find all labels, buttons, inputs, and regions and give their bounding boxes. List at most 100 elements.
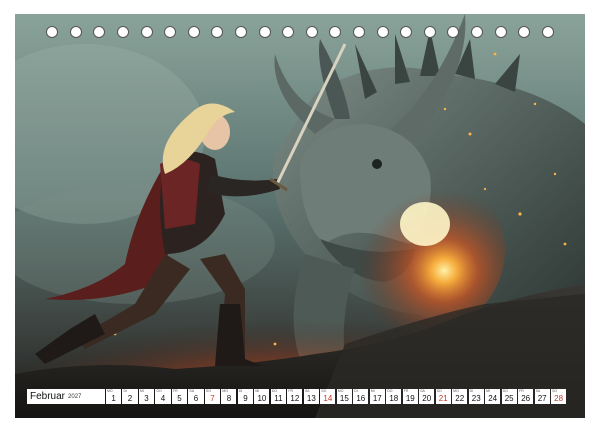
binding-hole xyxy=(423,26,436,38)
fantasy-photo xyxy=(15,14,585,418)
binding-hole xyxy=(69,26,82,38)
weekday-abbr: DO xyxy=(156,389,162,393)
binding-hole xyxy=(494,26,507,38)
day-number: 21 xyxy=(438,394,448,403)
day-cell: DI 2 xyxy=(122,389,138,404)
calendar-strip: Februar 2027 MO 1 DI 2 MI 3 DO 4 FR 5 SA 6 SO 7 MO 8 DI 9… xyxy=(27,388,567,405)
day-number: 20 xyxy=(422,394,432,403)
calendar-page: Februar 2027 MO 1 DI 2 MI 3 DO 4 FR 5 SA 6 SO 7 MO 8 DI 9… xyxy=(0,0,600,431)
weekday-abbr: FR xyxy=(172,389,178,393)
binding-hole xyxy=(541,26,554,38)
day-number: 8 xyxy=(226,394,232,403)
day-number: 27 xyxy=(537,394,547,403)
day-cell: MO 8 xyxy=(221,389,237,404)
day-cell: DI 9 xyxy=(237,389,253,404)
day-cell: MI 24 xyxy=(485,389,501,404)
binding-hole xyxy=(140,26,153,38)
day-number: 9 xyxy=(243,394,248,403)
day-number: 25 xyxy=(504,394,514,403)
day-cell: DO 4 xyxy=(155,389,171,404)
binding-hole xyxy=(164,26,177,38)
weekday-abbr: MI xyxy=(370,389,375,393)
binding-hole xyxy=(235,26,248,38)
day-number: 6 xyxy=(193,394,199,403)
weekday-abbr: SO xyxy=(321,389,327,393)
weekday-abbr: SA xyxy=(535,389,541,393)
day-number: 24 xyxy=(488,394,498,403)
day-number: 3 xyxy=(144,394,149,403)
day-cell: MI 17 xyxy=(369,389,385,404)
day-number: 5 xyxy=(177,394,182,403)
weekday-abbr: DI xyxy=(123,389,127,393)
day-cell: MI 3 xyxy=(138,389,155,404)
day-cell: DI 23 xyxy=(468,389,484,404)
binding-hole xyxy=(400,26,413,38)
day-number: 26 xyxy=(521,394,531,403)
day-number: 13 xyxy=(306,394,316,403)
day-number: 2 xyxy=(127,394,133,403)
weekday-abbr: MO xyxy=(107,389,113,393)
weekday-abbr: SO xyxy=(205,389,211,393)
day-cell: MI 10 xyxy=(254,389,270,404)
binding-hole xyxy=(376,26,389,38)
day-cells: MO 1 DI 2 MI 3 DO 4 FR 5 SA 6 SO 7 MO 8 DI 9 MI 10 DO 11 FR 12 S… xyxy=(106,389,567,404)
weekday-abbr: MO xyxy=(222,389,229,393)
month-name: Februar xyxy=(30,391,66,402)
weekday-abbr: SO xyxy=(436,389,442,393)
binding-hole xyxy=(117,26,130,38)
weekday-abbr: MO xyxy=(453,389,459,393)
day-cell: FR 5 xyxy=(171,389,188,404)
binding-hole xyxy=(352,26,365,38)
weekday-abbr: SO xyxy=(552,389,558,393)
binding-hole xyxy=(470,26,483,38)
weekday-abbr: MI xyxy=(486,389,491,393)
day-number: 4 xyxy=(160,394,166,403)
binding-hole xyxy=(447,26,460,38)
day-cell: SA 6 xyxy=(188,389,204,404)
month-label: Februar 2027 xyxy=(27,389,105,404)
day-cell: DI 16 xyxy=(353,389,369,404)
weekday-abbr: FR xyxy=(519,389,524,393)
day-number: 11 xyxy=(274,394,283,403)
day-number: 18 xyxy=(389,394,399,403)
binding-hole xyxy=(93,26,106,38)
day-cell: DO 11 xyxy=(270,389,286,404)
day-cell: SA 27 xyxy=(534,389,550,404)
day-number: 15 xyxy=(339,394,349,403)
weekday-abbr: DO xyxy=(271,389,278,393)
day-number: 1 xyxy=(111,394,116,403)
day-cell: MO 22 xyxy=(452,389,468,404)
binding-hole xyxy=(305,26,318,38)
weekday-abbr: MI xyxy=(255,389,260,393)
binding-hole xyxy=(211,26,224,38)
weekday-abbr: FR xyxy=(288,389,293,393)
binding-hole xyxy=(282,26,295,38)
day-number: 16 xyxy=(356,394,366,403)
spiral-binding xyxy=(0,24,600,40)
weekday-abbr: DI xyxy=(469,389,474,393)
weekday-abbr: DI xyxy=(238,389,243,393)
weekday-abbr: SA xyxy=(189,389,195,393)
day-cell: SO 21 xyxy=(435,389,451,404)
day-cell: MO 1 xyxy=(106,389,122,404)
binding-hole xyxy=(46,26,59,38)
day-cell: FR 12 xyxy=(287,389,303,404)
weekday-abbr: SA xyxy=(420,389,425,393)
binding-hole xyxy=(329,26,342,38)
weekday-abbr: SA xyxy=(304,389,310,393)
weekday-abbr: FR xyxy=(403,389,409,393)
day-number: 10 xyxy=(257,394,267,403)
day-number: 7 xyxy=(210,394,215,403)
weekday-abbr: DI xyxy=(354,389,358,393)
month-year: 2027 xyxy=(68,393,82,400)
day-cell: SO 28 xyxy=(551,389,567,404)
day-cell: SA 13 xyxy=(303,389,319,404)
day-number: 19 xyxy=(405,394,415,403)
weekday-abbr: DO xyxy=(502,389,508,393)
day-cell: FR 26 xyxy=(518,389,534,404)
day-number: 23 xyxy=(471,394,481,403)
binding-hole xyxy=(258,26,271,38)
day-cell: MO 15 xyxy=(336,389,352,404)
binding-hole xyxy=(518,26,531,38)
day-cell: SO 7 xyxy=(204,389,220,404)
